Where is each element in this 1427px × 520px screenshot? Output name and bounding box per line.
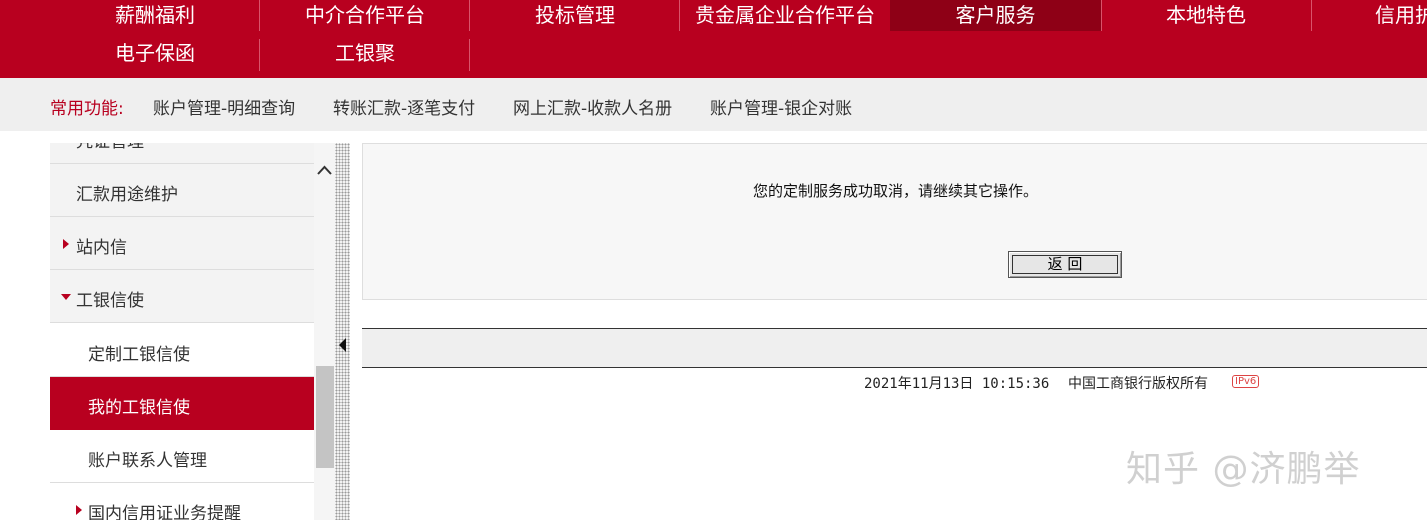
result-message: 您的定制服务成功取消，请继续其它操作。	[752, 182, 1038, 200]
sidebar-item-site-mail[interactable]: 站内信	[50, 217, 314, 270]
nav-item-local-features[interactable]: 本地特色	[1101, 0, 1311, 37]
sidebar-item-label: 汇款用途维护	[76, 185, 178, 205]
nav-item-agency-platform[interactable]: 中介合作平台	[260, 0, 470, 37]
footer-datetime: 2021年11月13日 10:15:36	[864, 376, 1050, 392]
nav-item-e-guarantee[interactable]: 电子保函	[50, 36, 260, 75]
sidebar-item-account-contacts[interactable]: 账户联系人管理	[50, 430, 314, 483]
nav-divider	[679, 0, 680, 31]
nav-item-precious-metals[interactable]: 贵金属企业合作平台	[680, 0, 890, 37]
caret-right-icon	[76, 505, 82, 515]
quick-link-account-details[interactable]: 账户管理-明细查询	[153, 94, 295, 119]
nav-divider	[259, 39, 260, 71]
nav-divider	[1311, 0, 1312, 31]
ipv6-badge: IPv6	[1232, 375, 1260, 388]
sidebar-splitter[interactable]	[335, 143, 350, 520]
sidebar-item-label: 凭证管理	[76, 143, 144, 152]
sidebar-menu: 凭证管理 汇款用途维护 站内信 工银信使 定制工银信使 我的工银信使 账户联系人…	[50, 143, 314, 520]
back-button-focus-ring	[1012, 255, 1118, 274]
sidebar-item-label: 站内信	[76, 238, 127, 258]
nav-item-icbc-ju[interactable]: 工银聚	[260, 36, 470, 75]
caret-down-icon	[61, 294, 71, 300]
nav-item-customer-service[interactable]: 客户服务	[890, 0, 1101, 31]
scrollbar-thumb[interactable]	[316, 366, 334, 468]
footer-bar	[362, 328, 1427, 368]
common-functions-bar: 常用功能: 账户管理-明细查询 转账汇款-逐笔支付 网上汇款-收款人名册 账户管…	[0, 78, 1427, 131]
sidebar-item-icbc-messenger[interactable]: 工银信使	[50, 270, 314, 323]
sidebar-item-label: 我的工银信使	[88, 398, 190, 418]
back-button[interactable]: 返 回	[1008, 251, 1122, 278]
sidebar-item-customize-messenger[interactable]: 定制工银信使	[50, 324, 314, 377]
sidebar-item-label: 账户联系人管理	[88, 451, 207, 471]
sidebar-item-domestic-lc-reminder[interactable]: 国内信用证业务提醒	[50, 483, 314, 520]
nav-divider	[469, 0, 470, 31]
sidebar-item-my-messenger[interactable]: 我的工银信使	[50, 377, 314, 430]
nav-divider	[259, 0, 260, 31]
nav-item-bidding[interactable]: 投标管理	[470, 0, 680, 37]
nav-divider	[1101, 0, 1102, 31]
sidebar-item-remit-purpose[interactable]: 汇款用途维护	[50, 164, 314, 217]
footer-copyright: 中国工商银行版权所有	[1068, 376, 1208, 392]
caret-right-icon	[63, 239, 69, 249]
quick-link-single-transfer[interactable]: 转账汇款-逐笔支付	[333, 94, 475, 119]
watermark: 知乎 @济鹏举	[1126, 449, 1361, 490]
sidebar-item-label: 定制工银信使	[88, 345, 190, 365]
sidebar-item-voucher[interactable]: 凭证管理	[50, 143, 314, 164]
nav-item-credit[interactable]: 信用护	[1311, 0, 1427, 37]
chevron-up-icon[interactable]	[314, 160, 335, 182]
result-message-panel: 您的定制服务成功取消，请继续其它操作。 返 回	[362, 143, 1427, 300]
quick-link-payee-list[interactable]: 网上汇款-收款人名册	[513, 94, 672, 119]
common-functions-label: 常用功能:	[50, 99, 124, 119]
top-nav: 薪酬福利 中介合作平台 投标管理 贵金属企业合作平台 客户服务 本地特色 信用护…	[0, 0, 1427, 78]
nav-item-salary-benefits[interactable]: 薪酬福利	[50, 0, 260, 37]
quick-link-bank-reconciliation[interactable]: 账户管理-银企对账	[710, 94, 852, 119]
nav-divider	[469, 39, 470, 71]
sidebar-item-label: 工银信使	[76, 291, 144, 311]
sidebar-item-label: 国内信用证业务提醒	[88, 504, 241, 520]
collapse-sidebar-icon[interactable]	[338, 337, 347, 353]
